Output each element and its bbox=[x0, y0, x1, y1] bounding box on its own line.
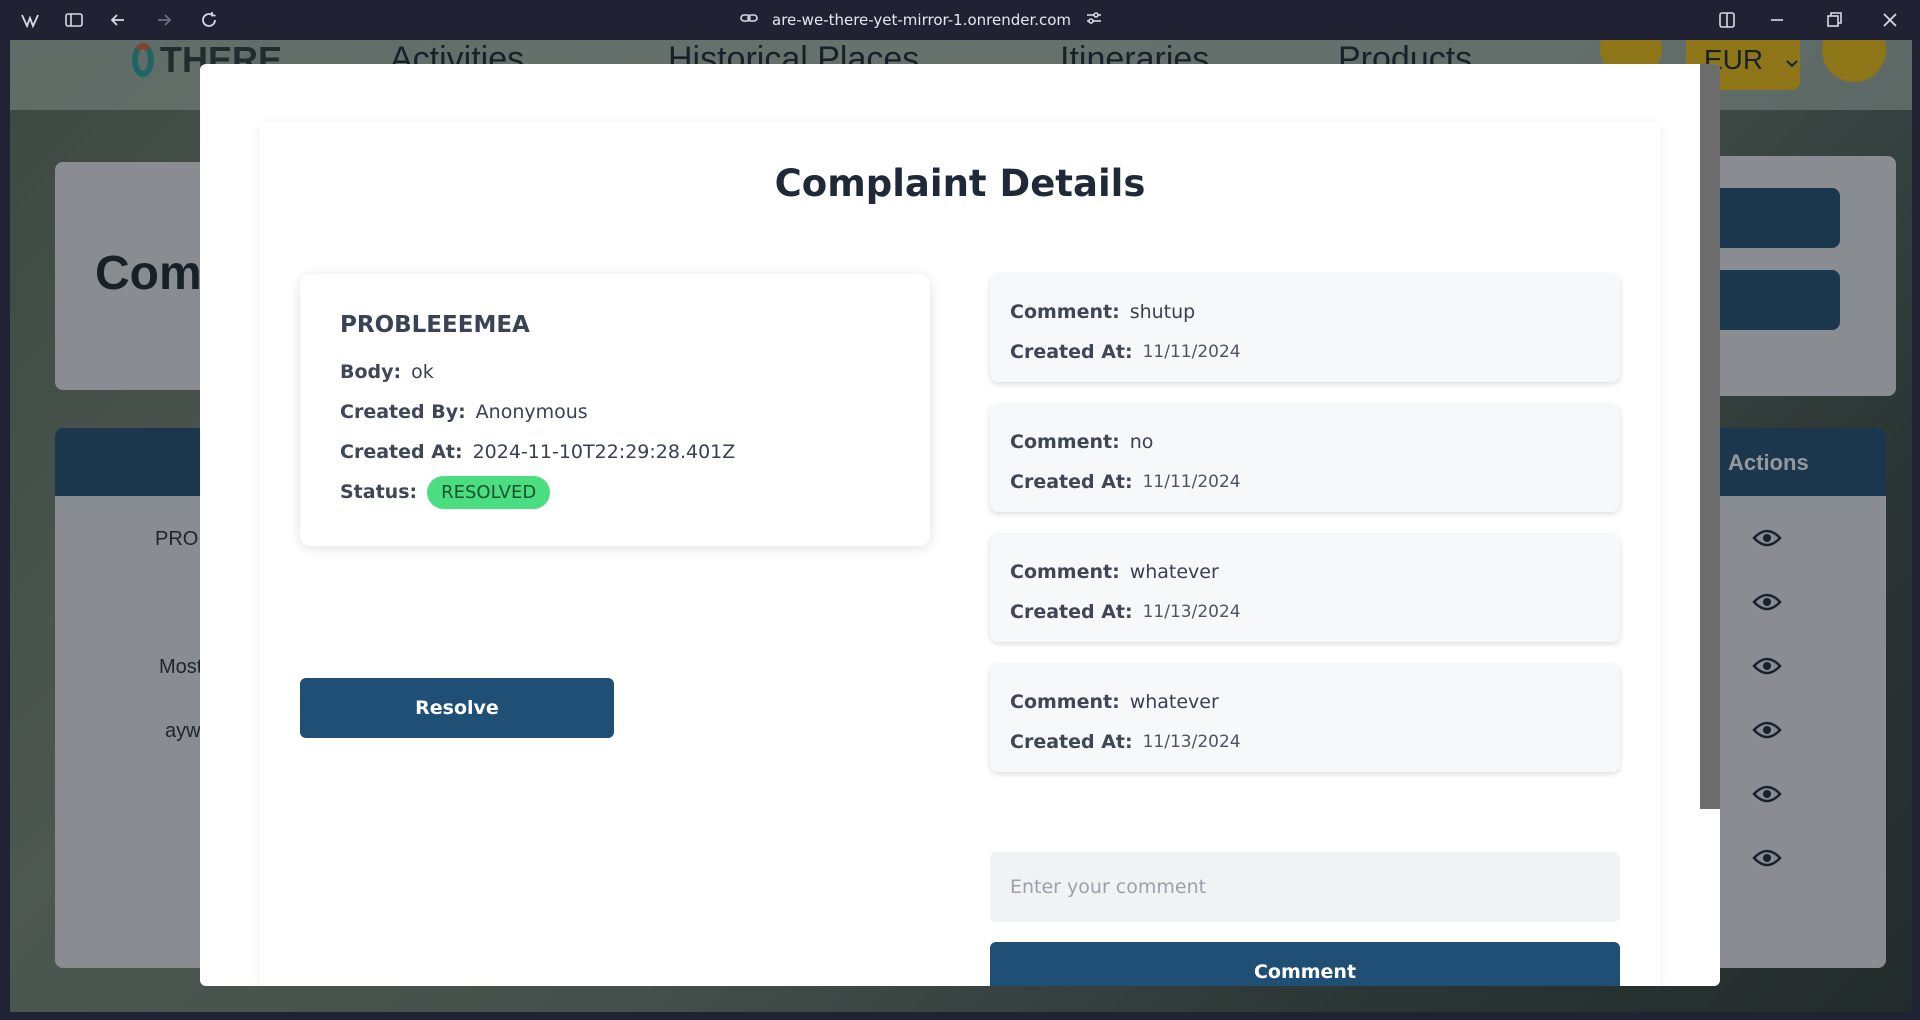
body-value: ok bbox=[411, 361, 434, 383]
sidebar-toggle-icon[interactable] bbox=[62, 8, 86, 32]
modal-content: Complaint Details PROBLEEEMEA Body: ok C… bbox=[260, 122, 1660, 986]
complaint-details-modal: Complaint Details PROBLEEEMEA Body: ok C… bbox=[200, 64, 1720, 986]
comment-date-label: Created At: bbox=[1010, 731, 1133, 753]
comment-date-label: Created At: bbox=[1010, 601, 1133, 623]
comment-date: 11/11/2024 bbox=[1142, 342, 1241, 362]
close-window-icon[interactable] bbox=[1878, 8, 1902, 32]
comment-text: no bbox=[1129, 431, 1154, 453]
modal-scrollbar[interactable] bbox=[1700, 64, 1720, 809]
complaint-body-row: Body: ok bbox=[340, 352, 890, 392]
comment-input[interactable] bbox=[990, 852, 1620, 922]
comment-text: shutup bbox=[1129, 301, 1196, 323]
back-arrow-icon[interactable] bbox=[106, 8, 130, 32]
created-by-value: Anonymous bbox=[475, 401, 588, 423]
restore-icon[interactable] bbox=[1822, 8, 1846, 32]
created-at-value: 2024-11-10T22:29:28.401Z bbox=[472, 441, 736, 463]
forward-arrow-icon[interactable] bbox=[152, 8, 176, 32]
complaint-created-by-row: Created By: Anonymous bbox=[340, 392, 890, 432]
modal-title: Complaint Details bbox=[774, 162, 1146, 205]
site-settings-icon[interactable] bbox=[1085, 9, 1103, 31]
url-text: are-we-there-yet-mirror-1.onrender.com bbox=[772, 11, 1072, 29]
comment-label: Comment: bbox=[1010, 431, 1120, 453]
complaint-status-row: Status: RESOLVED bbox=[340, 472, 890, 512]
created-at-label: Created At: bbox=[340, 441, 463, 463]
complaint-card: PROBLEEEMEA Body: ok Created By: Anonymo… bbox=[300, 274, 930, 546]
body-label: Body: bbox=[340, 361, 402, 383]
link-icon bbox=[740, 9, 758, 31]
complaint-created-at-row: Created At: 2024-11-10T22:29:28.401Z bbox=[340, 432, 890, 472]
comment-label: Comment: bbox=[1010, 301, 1120, 323]
comment-date: 11/13/2024 bbox=[1142, 732, 1241, 752]
comment-card: Comment: shutup Created At: 11/11/2024 bbox=[990, 274, 1620, 382]
comment-date-label: Created At: bbox=[1010, 341, 1133, 363]
split-view-icon[interactable] bbox=[1715, 8, 1739, 32]
comment-text: whatever bbox=[1129, 691, 1219, 713]
comment-label: Comment: bbox=[1010, 561, 1120, 583]
status-label: Status: bbox=[340, 481, 418, 503]
reload-icon[interactable] bbox=[197, 8, 221, 32]
minimize-icon[interactable] bbox=[1765, 8, 1789, 32]
comment-card: Comment: whatever Created At: 11/13/2024 bbox=[990, 664, 1620, 772]
comment-label: Comment: bbox=[1010, 691, 1120, 713]
comment-date-label: Created At: bbox=[1010, 471, 1133, 493]
comments-list: Comment: shutup Created At: 11/11/2024 Com… bbox=[990, 274, 1620, 794]
browser-logo-icon[interactable] bbox=[18, 8, 42, 32]
created-by-label: Created By: bbox=[340, 401, 466, 423]
comment-date: 11/13/2024 bbox=[1142, 602, 1241, 622]
comment-card: Comment: no Created At: 11/11/2024 bbox=[990, 404, 1620, 512]
comment-text: whatever bbox=[1129, 561, 1219, 583]
comment-card: Comment: whatever Created At: 11/13/2024 bbox=[990, 534, 1620, 642]
comment-submit-button[interactable]: Comment bbox=[990, 942, 1620, 986]
comment-date: 11/11/2024 bbox=[1142, 472, 1241, 492]
complaint-title: PROBLEEEMEA bbox=[340, 312, 530, 338]
address-bar[interactable]: are-we-there-yet-mirror-1.onrender.com bbox=[740, 9, 1103, 31]
browser-toolbar: are-we-there-yet-mirror-1.onrender.com bbox=[0, 0, 1920, 40]
resolve-button[interactable]: Resolve bbox=[300, 678, 614, 738]
status-badge: RESOLVED bbox=[427, 475, 551, 509]
